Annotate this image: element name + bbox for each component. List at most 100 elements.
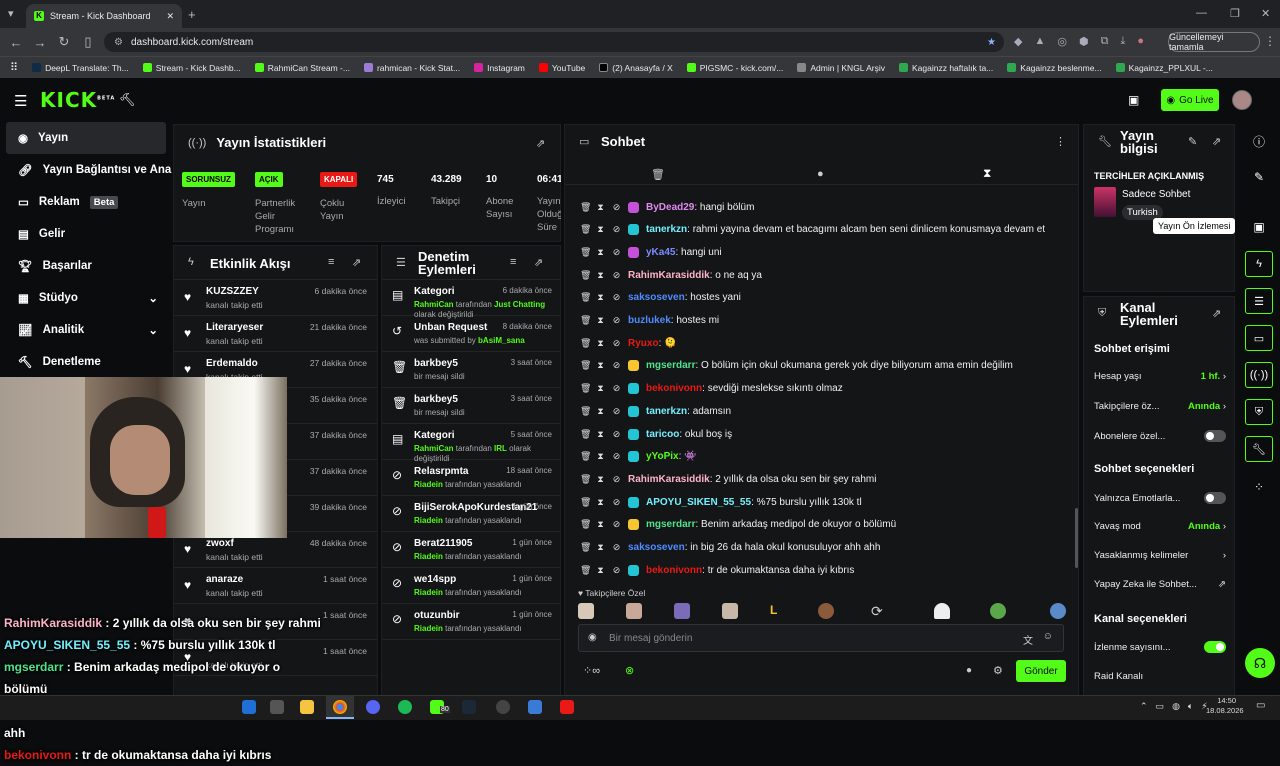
bookmark[interactable]: Admin | KNGL Arşiv bbox=[797, 63, 885, 73]
edit-pencil-icon[interactable]: ✎ bbox=[1245, 164, 1273, 190]
taskbar-app-icon[interactable] bbox=[528, 700, 542, 714]
extension-icon[interactable]: ◆ bbox=[1014, 35, 1022, 48]
subs-only-row[interactable]: Abonelere özel... bbox=[1094, 430, 1226, 442]
activity-item[interactable]: ♥ Literaryeser kanalı takip etti 21 dakika … bbox=[174, 316, 377, 352]
timeout-icon[interactable]: ⧗ bbox=[596, 270, 605, 281]
delete-message-icon[interactable]: 🗑︎ bbox=[580, 270, 591, 281]
ban-icon[interactable]: ⊘ bbox=[612, 270, 621, 281]
chat-message[interactable]: 🗑︎ ⧗ ⊘ mgserdarr: O bölüm için okul okumana… bbox=[580, 357, 1013, 375]
theater-icon[interactable]: ▣ bbox=[1128, 93, 1139, 107]
followers-only-row[interactable]: Takipçilere öz... Anında › bbox=[1094, 401, 1226, 412]
timeout-icon[interactable]: ⧗ bbox=[596, 383, 605, 394]
sidebar-item-achievements[interactable]: 🏆︎ Başarılar bbox=[0, 250, 172, 282]
clock[interactable]: 14:50 18.08.2026 bbox=[1206, 696, 1244, 716]
sidebar-item-studio[interactable]: ▦ Stüdyo ⌄ bbox=[0, 282, 172, 314]
chat-message[interactable]: 🗑︎ ⧗ ⊘ RahimKarasiddik: 2 yıllık da olsa ok… bbox=[580, 470, 876, 488]
chat-tab-icon[interactable]: ● bbox=[817, 168, 824, 180]
bookmark[interactable]: DeepL Translate: Th... bbox=[32, 63, 129, 73]
delete-message-icon[interactable]: 🗑︎ bbox=[580, 474, 591, 485]
taskbar-steam-icon[interactable] bbox=[462, 700, 476, 714]
timeout-tab-icon[interactable]: ⧗ bbox=[983, 166, 991, 181]
chat-username[interactable]: saksoseven bbox=[628, 292, 685, 303]
mod-action-item[interactable]: ⊘ Relasrpmta 18 saat önce Riadein tarafında… bbox=[382, 460, 560, 496]
profile-avatar[interactable]: ● bbox=[1137, 35, 1144, 48]
ban-icon[interactable]: ⊘ bbox=[612, 451, 621, 462]
delete-message-icon[interactable]: 🗑︎ bbox=[580, 292, 591, 303]
trash-tab-icon[interactable]: 🗑︎ bbox=[651, 168, 665, 181]
timeout-icon[interactable]: ⧗ bbox=[596, 224, 605, 235]
chat-username[interactable]: Ryuxo bbox=[628, 338, 659, 349]
account-age-row[interactable]: Hesap yaşı 1 hf. › bbox=[1094, 371, 1226, 382]
chat-scrollbar[interactable] bbox=[1075, 508, 1078, 568]
pin-icon[interactable]: ◉ bbox=[588, 632, 597, 643]
sidepanel-icon[interactable]: ▯ bbox=[76, 34, 100, 50]
raid-channel-row[interactable]: Raid Kanalı bbox=[1094, 671, 1226, 682]
emote[interactable] bbox=[578, 603, 594, 619]
emote[interactable] bbox=[722, 603, 738, 619]
chat-message[interactable]: 🗑︎ ⧗ ⊘ saksoseven: in big 26 da hala okul k… bbox=[580, 539, 880, 557]
extension-icon[interactable]: ⬢ bbox=[1079, 35, 1089, 48]
bookmark-star-icon[interactable]: ★ bbox=[987, 37, 996, 48]
chat-username[interactable]: yYoPix bbox=[646, 451, 679, 462]
timeout-icon[interactable]: ⧗ bbox=[596, 429, 605, 440]
delete-message-icon[interactable]: 🗑︎ bbox=[580, 338, 591, 349]
chat-users-icon[interactable]: ● bbox=[966, 665, 972, 676]
emote[interactable] bbox=[818, 603, 834, 619]
menu-kebab-icon[interactable]: ⋮ bbox=[1055, 135, 1066, 148]
chat-username[interactable]: bekonivonn bbox=[646, 383, 702, 394]
translate-icon[interactable]: 文 bbox=[1023, 632, 1033, 647]
ban-icon[interactable]: ⊘ bbox=[612, 224, 621, 235]
timeout-icon[interactable]: ⧗ bbox=[596, 406, 605, 417]
chat-username[interactable]: mgserdarr bbox=[646, 519, 695, 530]
go-live-button[interactable]: ◉ Go Live bbox=[1161, 89, 1219, 111]
ai-chat-row[interactable]: Yapay Zeka ile Sohbet... ⇗ bbox=[1094, 579, 1226, 590]
ban-icon[interactable]: ⊘ bbox=[612, 247, 621, 258]
share-icon[interactable]: ⁘ bbox=[1245, 474, 1273, 500]
mod-action-item[interactable]: ▤ Kategori 6 dakika önce RahmiCan tarafında… bbox=[382, 280, 560, 319]
send-button[interactable]: Gönder bbox=[1016, 660, 1066, 682]
emote[interactable] bbox=[990, 603, 1006, 619]
activity-item[interactable]: ♥ KUZSZZEY kanalı takip etti 6 dakika önce bbox=[174, 280, 377, 316]
chat-message[interactable]: 🗑︎ ⧗ ⊘ saksoseven: hostes yani bbox=[580, 289, 741, 307]
emote[interactable] bbox=[626, 603, 642, 619]
mod-action-item[interactable]: 🗑︎ barkbey5 3 saat önce bir mesajı sildi bbox=[382, 388, 560, 424]
chat-message[interactable]: 🗑︎ ⧗ ⊘ taricoo: okul boş iş bbox=[580, 425, 732, 443]
bookmark[interactable]: Kagainzz haftalık ta... bbox=[899, 63, 993, 73]
broadcast-icon[interactable]: ((·)) bbox=[1245, 362, 1273, 388]
taskbar-app-icon[interactable] bbox=[270, 700, 284, 714]
viewer-count-toggle[interactable] bbox=[1204, 641, 1226, 653]
mod-action-item[interactable]: ⊘ Berat211905 1 gün önce Riadein tarafından… bbox=[382, 532, 560, 568]
ban-icon[interactable]: ⊘ bbox=[612, 338, 621, 349]
back-icon[interactable]: ← bbox=[4, 35, 28, 50]
delete-message-icon[interactable]: 🗑︎ bbox=[580, 383, 591, 394]
timeout-icon[interactable]: ⧗ bbox=[596, 247, 605, 258]
ban-icon[interactable]: ⊘ bbox=[612, 519, 621, 530]
delete-message-icon[interactable]: 🗑︎ bbox=[580, 497, 591, 508]
chat-message[interactable]: 🗑︎ ⧗ ⊘ APOYU_SIKEN_55_55: %75 burslu yıllık… bbox=[580, 493, 862, 511]
system-tray[interactable]: ⌃ ▭ ◍ 🔈︎ ⚡︎ bbox=[1140, 701, 1208, 712]
delete-message-icon[interactable]: 🗑︎ bbox=[580, 247, 591, 258]
popout-icon[interactable]: ⇗ bbox=[534, 256, 543, 269]
taskbar-discord-icon[interactable] bbox=[366, 700, 380, 714]
delete-message-icon[interactable]: 🗑︎ bbox=[580, 429, 591, 440]
popout-icon[interactable]: ⇗ bbox=[536, 137, 545, 150]
timeout-icon[interactable]: ⧗ bbox=[596, 315, 605, 326]
banned-words-row[interactable]: Yasaklanmış kelimeler › bbox=[1094, 550, 1226, 561]
menu-kebab-icon[interactable]: ⋮ bbox=[1264, 34, 1276, 48]
minimize-icon[interactable]: — bbox=[1196, 7, 1207, 19]
hamburger-menu-icon[interactable]: ☰ bbox=[14, 92, 27, 110]
delete-message-icon[interactable]: 🗑︎ bbox=[580, 406, 591, 417]
taskbar-spotify-icon[interactable] bbox=[398, 700, 412, 714]
bookmark[interactable]: rahmican - Kick Stat... bbox=[363, 63, 460, 73]
slow-mode-row[interactable]: Yavaş mod Anında › bbox=[1094, 521, 1226, 532]
tools-icon[interactable]: 🔨︎ bbox=[119, 92, 136, 108]
ban-icon[interactable]: ⊘ bbox=[612, 202, 621, 213]
emoji-icon[interactable]: ☺ bbox=[1043, 631, 1053, 642]
apps-icon[interactable]: ⠿ bbox=[10, 61, 18, 74]
emote[interactable]: ⟳ bbox=[871, 603, 887, 619]
chat-message[interactable]: 🗑︎ ⧗ ⊘ bekonivonn: sevdiği meslekse sıkıntı… bbox=[580, 380, 843, 398]
theater-icon[interactable]: ▣ bbox=[1245, 214, 1273, 240]
badge-icon[interactable]: ⛨ bbox=[1245, 399, 1273, 425]
emotes-only-toggle[interactable] bbox=[1204, 492, 1226, 504]
emotes-only-row[interactable]: Yalnızca Emotlarla... bbox=[1094, 492, 1226, 504]
